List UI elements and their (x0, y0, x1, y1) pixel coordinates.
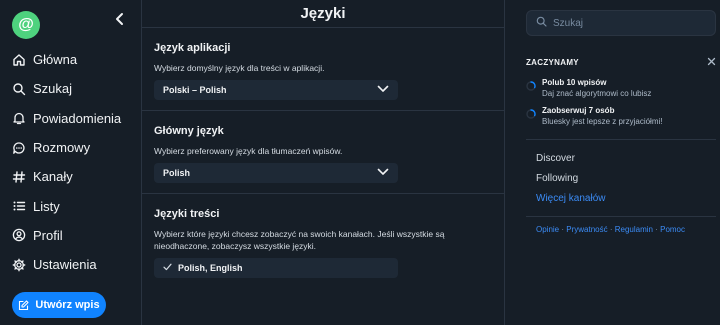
main-nav: Główna Szukaj Powiadomienia Rozmowy Kana… (0, 45, 141, 279)
user-icon (12, 228, 26, 242)
search-icon (12, 82, 26, 96)
nav-item-home[interactable]: Główna (0, 45, 141, 74)
nav-label: Rozmowy (33, 140, 91, 156)
nav-label: Kanały (33, 169, 73, 185)
terms-link[interactable]: Regulamin (615, 225, 653, 234)
app-language-select[interactable]: Polski – Polish (154, 80, 398, 100)
select-value: Polish (163, 168, 191, 178)
chevron-down-icon (377, 85, 389, 95)
nav-label: Powiadomienia (33, 110, 122, 126)
getting-started-title: ZACZYNAMY (526, 57, 579, 67)
search-input[interactable] (553, 17, 703, 29)
collapse-sidebar-icon[interactable] (113, 11, 127, 27)
search-icon (536, 14, 547, 32)
nav-item-feeds[interactable]: Kanały (0, 162, 141, 191)
nav-item-lists[interactable]: Listy (0, 191, 141, 220)
getting-started-header: ZACZYNAMY (526, 53, 716, 71)
nav-label: Ustawienia (33, 257, 97, 273)
select-value: Polish, English (178, 263, 243, 273)
nav-item-chats[interactable]: Rozmowy (0, 133, 141, 162)
section-title: Języki treści (154, 208, 220, 220)
nav-item-settings[interactable]: Ustawienia (0, 250, 141, 279)
bell-icon (12, 111, 26, 125)
task-title: Zaobserwuj 7 osób (542, 106, 615, 115)
feedback-link[interactable]: Opinie (536, 225, 559, 234)
select-value: Polski – Polish (163, 85, 227, 95)
bluesky-at-logo: @ (18, 16, 34, 33)
nav-item-search[interactable]: Szukaj (0, 74, 141, 103)
main-column: Języki Język aplikacji Wybierz domyślny … (141, 0, 505, 325)
close-icon[interactable] (707, 53, 716, 71)
section-primary-language: Główny język Wybierz preferowany język d… (142, 111, 504, 194)
list-icon (12, 199, 26, 213)
home-icon (12, 53, 26, 67)
section-app-language: Język aplikacji Wybierz domyślny język d… (142, 28, 504, 111)
avatar[interactable]: @ (12, 11, 40, 39)
help-link[interactable]: Pomoc (660, 225, 685, 234)
chat-icon (12, 141, 26, 155)
left-sidebar: @ Główna Szukaj Powiadomienia Rozmowy Ka… (0, 0, 141, 325)
section-description: Wybierz preferowany język dla tłumaczeń … (154, 146, 343, 156)
chevron-down-icon (377, 168, 389, 178)
progress-ring-icon (526, 78, 536, 91)
nav-label: Główna (33, 52, 78, 68)
task-subtitle: Bluesky jest lepsze z przyjaciółmi! (542, 117, 663, 126)
primary-language-select[interactable]: Polish (154, 163, 398, 183)
footer-links: Opinie · Prywatność · Regulamin · Pomoc (526, 225, 708, 234)
check-icon (163, 263, 172, 273)
divider (526, 139, 716, 140)
page-title: Języki (142, 0, 504, 28)
compose-label: Utwórz wpis (35, 299, 100, 311)
content-languages-button[interactable]: Polish, English (154, 258, 398, 278)
progress-ring-icon (526, 106, 536, 119)
section-description: Wybierz które języki chcesz zobaczyć na … (154, 229, 445, 251)
section-title: Główny język (154, 125, 224, 137)
nav-label: Listy (33, 198, 60, 214)
hash-icon (12, 170, 26, 184)
task-item: Polub 10 wpisów Daj znać algorytmowi co … (526, 77, 708, 99)
feed-link-following[interactable]: Following (526, 168, 708, 188)
nav-item-notifications[interactable]: Powiadomienia (0, 104, 141, 133)
section-content-languages: Języki treści Wybierz które języki chces… (142, 194, 504, 288)
privacy-link[interactable]: Prywatność (566, 225, 607, 234)
nav-label: Szukaj (33, 81, 73, 97)
right-sidebar: ZACZYNAMY Polub 10 wpisów Daj znać algor… (506, 0, 720, 325)
feed-list: Discover Following Więcej kanałów (526, 148, 708, 208)
task-title: Polub 10 wpisów (542, 78, 607, 87)
task-subtitle: Daj znać algorytmowi co lubisz (542, 89, 652, 98)
divider (526, 216, 716, 217)
feed-link-discover[interactable]: Discover (526, 148, 708, 168)
edit-icon (18, 299, 29, 311)
nav-item-profile[interactable]: Profil (0, 221, 141, 250)
gear-icon (12, 258, 26, 272)
search-box[interactable] (526, 10, 716, 36)
section-title: Język aplikacji (154, 42, 231, 54)
nav-label: Profil (33, 227, 63, 243)
task-item: Zaobserwuj 7 osób Bluesky jest lepsze z … (526, 105, 708, 127)
more-feeds-link[interactable]: Więcej kanałów (526, 188, 708, 208)
section-description: Wybierz domyślny język dla treści w apli… (154, 63, 325, 73)
compose-post-button[interactable]: Utwórz wpis (12, 292, 106, 318)
